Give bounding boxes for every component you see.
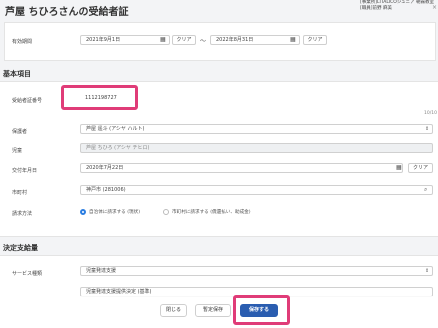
municipality-field[interactable]: 神戸市 (281006) bbox=[80, 185, 433, 195]
billing-option-2-radio[interactable] bbox=[163, 209, 169, 215]
issue-date-clear-button[interactable]: クリア bbox=[408, 163, 433, 173]
child-value: 芦屋 ちひろ (アシヤ チヒロ) bbox=[86, 145, 150, 151]
validity-end-value: 2022年8月31日 bbox=[216, 37, 254, 43]
validity-start-clear-button[interactable]: クリア bbox=[172, 35, 196, 45]
guardian-label: 保護者 bbox=[12, 129, 28, 135]
guardian-value: 芦屋 遥斗 (アシヤ ハルト) bbox=[86, 126, 145, 132]
staff-name: [職員]前野 麻美 bbox=[360, 6, 392, 11]
chevron-down-icon: ⇕ bbox=[425, 126, 430, 132]
page-title: 芦屋 ちひろさんの受給者証 bbox=[5, 7, 129, 18]
municipality-value: 神戸市 (281006) bbox=[86, 187, 126, 193]
temp-save-button[interactable]: 暫定保存 bbox=[195, 304, 231, 317]
close-icon[interactable]: × bbox=[432, 4, 437, 11]
chevron-down-icon: ⇕ bbox=[425, 268, 430, 274]
basic-section-title: 基本項目 bbox=[3, 70, 31, 78]
service-type-value: 児童発達支援 bbox=[86, 268, 117, 274]
service-type-label: サービス種類 bbox=[12, 271, 43, 277]
validity-start-value: 2021年9月1日 bbox=[86, 37, 121, 43]
highlight-cert-number bbox=[61, 85, 138, 110]
child-label: 児童 bbox=[12, 148, 23, 154]
issue-date-field[interactable]: 2020年7月22日 bbox=[80, 163, 403, 173]
calendar-icon[interactable]: ▦ bbox=[290, 36, 296, 43]
search-icon[interactable]: ⌕ bbox=[424, 186, 427, 194]
validity-label: 有効期間 bbox=[12, 39, 33, 45]
calendar-icon[interactable]: ▦ bbox=[396, 164, 402, 171]
guardian-select[interactable]: 芦屋 遥斗 (アシヤ ハルト) bbox=[80, 124, 433, 134]
service-type-select[interactable]: 児童発達支援 bbox=[80, 266, 433, 276]
child-field: 芦屋 ちひろ (アシヤ チヒロ) bbox=[80, 143, 433, 153]
calendar-icon[interactable]: ▦ bbox=[160, 36, 166, 43]
validity-end-clear-button[interactable]: クリア bbox=[303, 35, 327, 45]
range-tilde: 〜 bbox=[200, 38, 207, 45]
office-info: [事業所]LITALICOジュニア 朝霧教室(児発・放デイ) [職員]前野 麻美 bbox=[360, 0, 434, 12]
decision-section-title: 決定支給量 bbox=[3, 244, 38, 252]
issue-date-value: 2020年7月22日 bbox=[86, 165, 124, 171]
billing-option-1-radio[interactable] bbox=[80, 209, 86, 215]
municipality-label: 市町村 bbox=[12, 190, 28, 196]
cert-number-label: 受給者証番号 bbox=[12, 98, 43, 104]
close-button[interactable]: 閉じる bbox=[160, 304, 187, 317]
validity-end-field[interactable]: 2022年8月31日 bbox=[210, 35, 300, 45]
cert-number-counter: 10/10 bbox=[424, 111, 437, 116]
billing-option-2-label: 市町村に請求する (償還払い、助成金) bbox=[172, 210, 251, 215]
billing-label: 請求方法 bbox=[12, 211, 33, 217]
issue-date-label: 交付年月日 bbox=[12, 168, 38, 174]
service-detail-value: 児童発達支援提供決定 (基準) bbox=[86, 289, 152, 295]
highlight-save bbox=[233, 295, 290, 325]
validity-start-field[interactable]: 2021年9月1日 bbox=[80, 35, 170, 45]
billing-option-1-label: 自治体に請求する (現状) bbox=[89, 210, 140, 215]
